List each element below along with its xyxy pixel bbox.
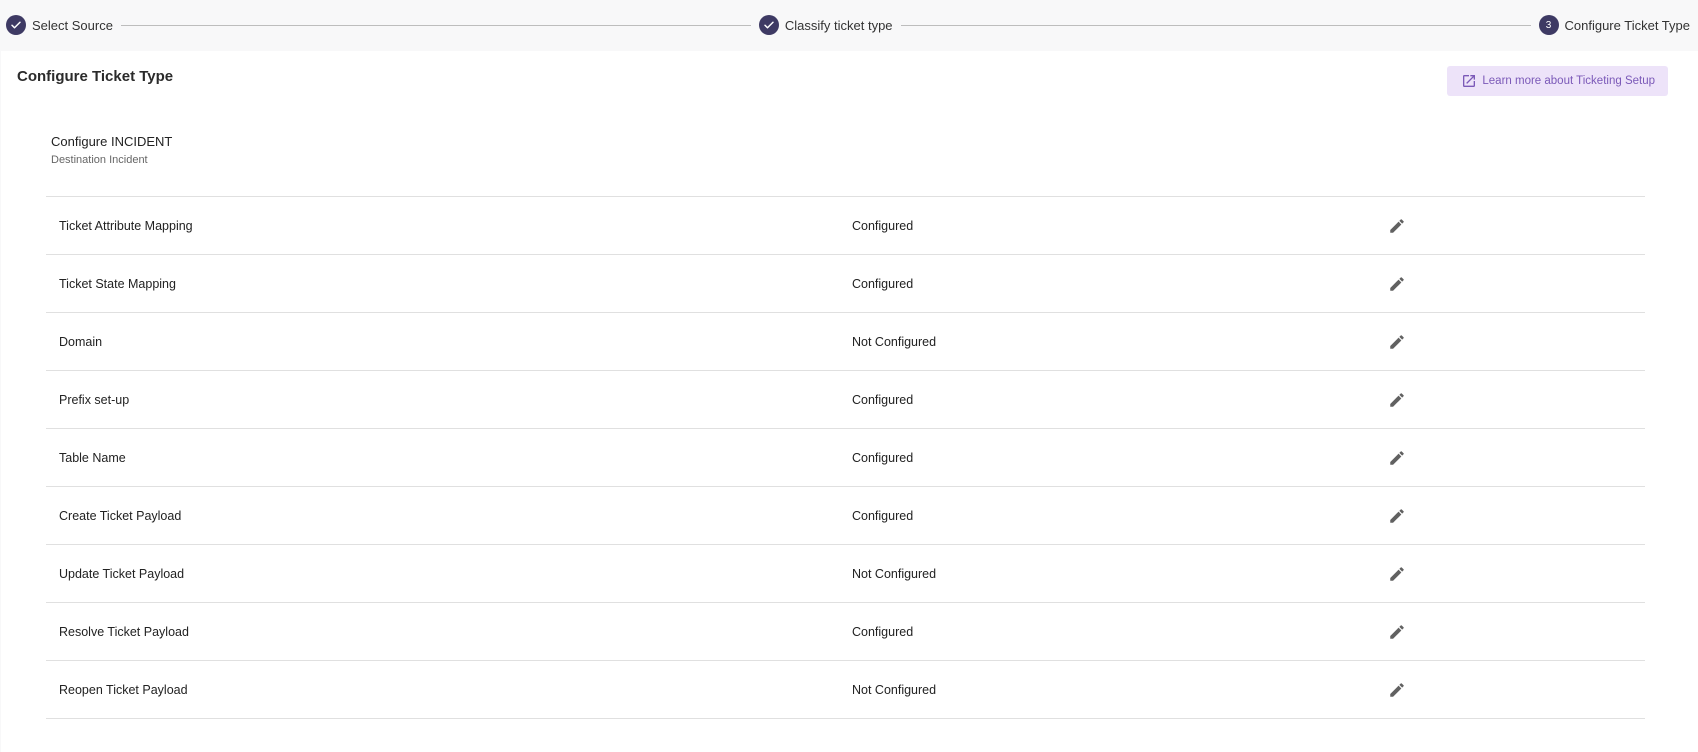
check-icon xyxy=(6,15,26,35)
learn-more-button[interactable]: Learn more about Ticketing Setup xyxy=(1447,66,1668,96)
row-name: Domain xyxy=(59,334,103,349)
row-name: Prefix set-up xyxy=(59,392,130,407)
pencil-icon xyxy=(1390,276,1404,291)
section-title: Configure INCIDENT xyxy=(51,134,173,149)
table-row: Create Ticket Payload Configured xyxy=(46,487,1645,545)
step-configure-ticket-type[interactable]: 3 Configure Ticket Type xyxy=(1538,15,1691,35)
check-icon xyxy=(758,15,779,35)
row-status: Configured xyxy=(852,624,914,639)
pencil-icon xyxy=(1390,566,1404,581)
pencil-icon xyxy=(1390,218,1404,233)
configure-panel: Configure Ticket Type Learn more about T… xyxy=(1,51,1698,752)
pencil-icon xyxy=(1390,450,1404,465)
pencil-icon xyxy=(1390,392,1404,407)
table-row: Reopen Ticket Payload Not Configured xyxy=(46,661,1645,719)
row-status: Configured xyxy=(852,450,914,465)
edit-button[interactable] xyxy=(1386,215,1408,237)
row-status: Configured xyxy=(852,276,914,291)
edit-button[interactable] xyxy=(1386,563,1408,585)
edit-button[interactable] xyxy=(1386,621,1408,643)
row-status: Configured xyxy=(852,392,914,407)
step-label: Select Source xyxy=(32,17,113,33)
edit-button[interactable] xyxy=(1386,505,1408,527)
stepper: Select Source Classify ticket type 3 Con… xyxy=(0,0,1698,50)
row-name: Ticket State Mapping xyxy=(59,276,176,291)
row-status: Not Configured xyxy=(852,334,937,349)
table-row: Ticket State Mapping Configured xyxy=(46,255,1645,313)
step-connector xyxy=(900,24,1531,26)
row-status: Configured xyxy=(852,508,914,523)
table-row: Update Ticket Payload Not Configured xyxy=(46,545,1645,603)
row-name: Update Ticket Payload xyxy=(59,566,185,581)
open-in-new-icon xyxy=(1463,75,1476,87)
pencil-icon xyxy=(1390,334,1404,349)
page-title: Configure Ticket Type xyxy=(17,68,174,85)
pencil-icon xyxy=(1390,508,1404,523)
edit-button[interactable] xyxy=(1386,447,1408,469)
edit-button[interactable] xyxy=(1386,679,1408,701)
config-table: Ticket Attribute Mapping Configured Tick… xyxy=(46,196,1645,719)
edit-button[interactable] xyxy=(1386,389,1408,411)
learn-more-label: Learn more about Ticketing Setup xyxy=(1482,75,1655,87)
step-label: Configure Ticket Type xyxy=(1564,17,1691,33)
pencil-icon xyxy=(1390,682,1404,697)
row-status: Not Configured xyxy=(852,682,937,697)
row-name: Create Ticket Payload xyxy=(59,508,182,523)
step-connector xyxy=(120,24,751,26)
step-label: Classify ticket type xyxy=(784,17,893,33)
step-classify-ticket-type[interactable]: Classify ticket type xyxy=(758,15,893,35)
table-row: Domain Not Configured xyxy=(46,313,1645,371)
pencil-icon xyxy=(1390,624,1404,639)
row-name: Resolve Ticket Payload xyxy=(59,624,189,639)
table-row: Resolve Ticket Payload Configured xyxy=(46,603,1645,661)
row-status: Not Configured xyxy=(852,566,937,581)
table-row: Table Name Configured xyxy=(46,429,1645,487)
section-header: Configure INCIDENT Destination Incident xyxy=(51,134,172,166)
section-subtitle: Destination Incident xyxy=(51,154,148,166)
table-row: Ticket Attribute Mapping Configured xyxy=(46,197,1645,255)
row-name: Table Name xyxy=(59,450,126,465)
row-name: Reopen Ticket Payload xyxy=(59,682,188,697)
row-name: Ticket Attribute Mapping xyxy=(59,218,193,233)
step-select-source[interactable]: Select Source xyxy=(6,15,113,35)
edit-button[interactable] xyxy=(1386,273,1408,295)
row-status: Configured xyxy=(852,218,914,233)
table-row: Prefix set-up Configured xyxy=(46,371,1645,429)
step-number-badge: 3 xyxy=(1538,15,1559,35)
edit-button[interactable] xyxy=(1386,331,1408,353)
